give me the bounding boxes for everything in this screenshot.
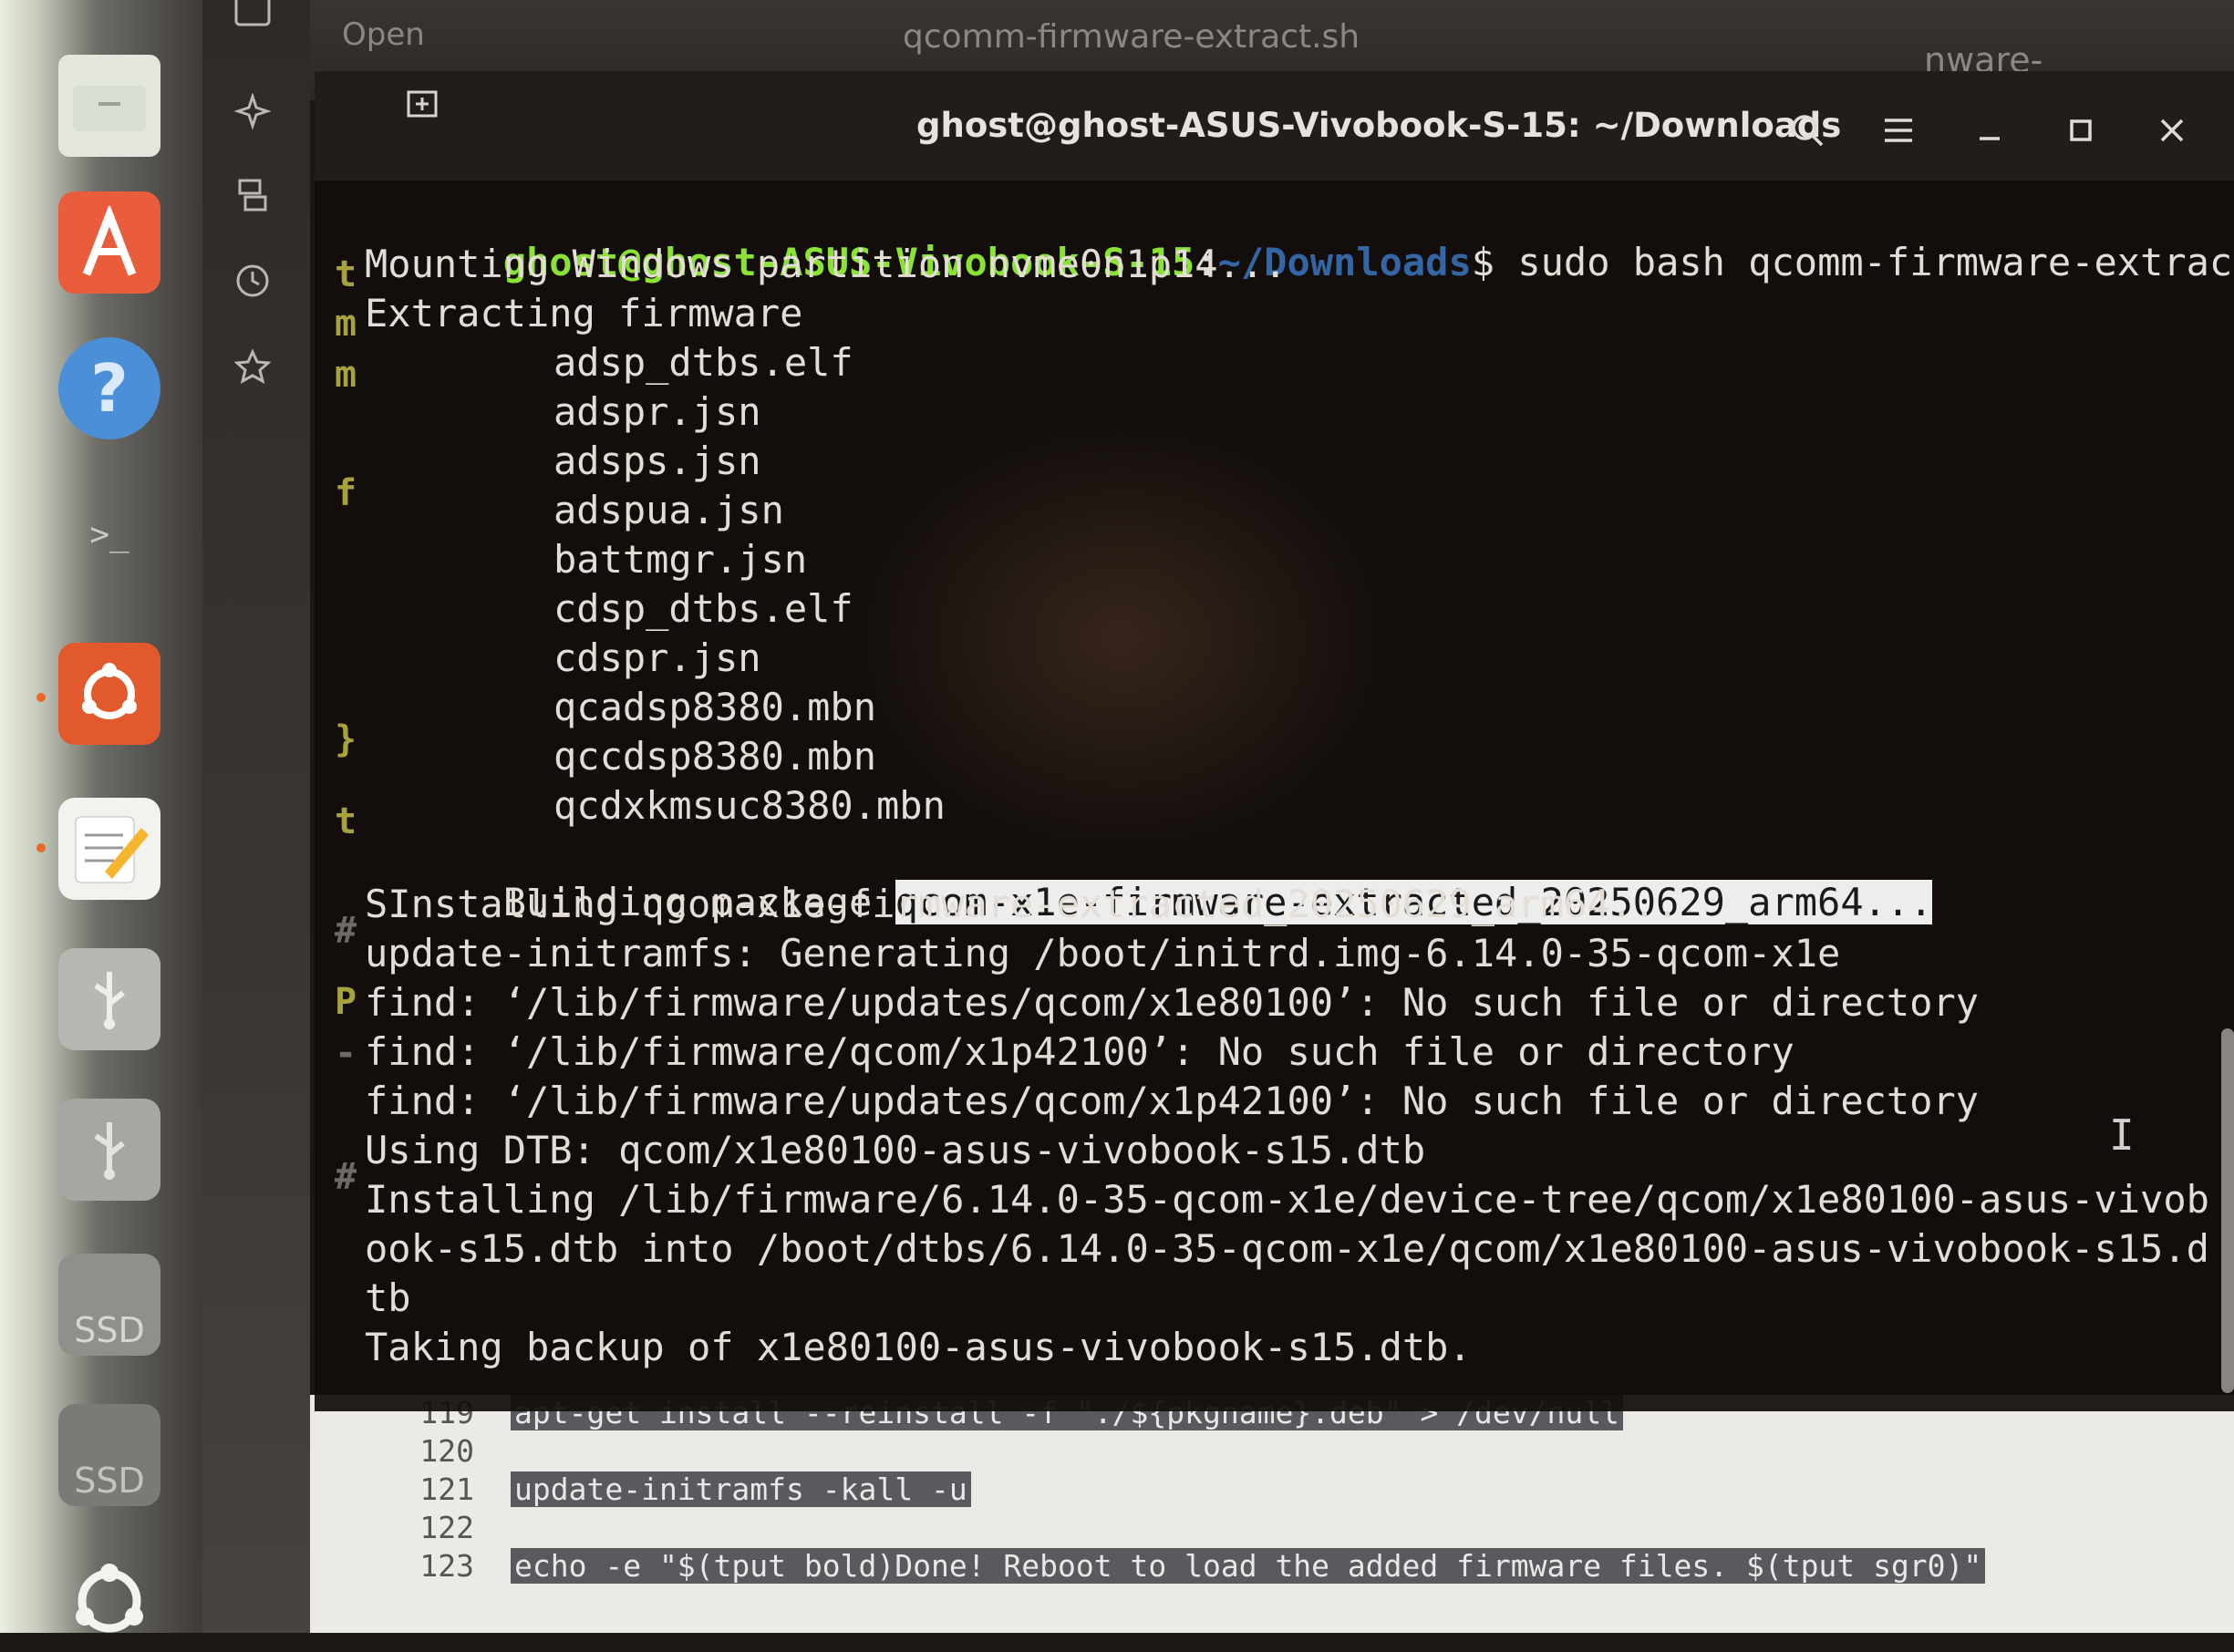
ssd-label: SSD xyxy=(74,1310,145,1350)
folder-icon xyxy=(233,0,273,31)
firmware-file-line: qccdsp8380.mbn xyxy=(553,734,877,779)
new-tab-button[interactable] xyxy=(401,80,447,126)
dock-files-icon[interactable] xyxy=(58,55,160,157)
gutter-char: - xyxy=(335,1032,357,1074)
ssd-label: SSD xyxy=(74,1461,145,1501)
firmware-file-line: cdsp_dtbs.elf xyxy=(553,586,853,631)
recent-clock-icon[interactable] xyxy=(233,261,273,301)
files-sidebar xyxy=(202,0,310,1633)
starred-sparkle-icon[interactable] xyxy=(233,91,273,131)
error-line: find: ‘/lib/firmware/updates/qcom/x1p421… xyxy=(365,1079,1980,1123)
dock-app-center-icon[interactable] xyxy=(58,191,160,294)
firmware-file-line: adsps.jsn xyxy=(553,439,761,483)
maximize-button[interactable] xyxy=(2058,108,2104,153)
prompt-symbol: $ xyxy=(1471,240,1495,284)
gutter-char: m xyxy=(335,303,357,345)
dock-ubuntu-icon[interactable] xyxy=(58,643,160,745)
firmware-file-line: qcdxkmsuc8380.mbn xyxy=(553,783,946,828)
terminal-output[interactable]: t m m f } t # P - # ghost@ghost-ASUS-Viv… xyxy=(315,181,2234,1411)
dock-terminal-icon[interactable]: >_ xyxy=(58,483,160,585)
background-window-title: qcomm-firmware-extract.sh xyxy=(903,18,1360,56)
terminal-title: ghost@ghost-ASUS-Vivobook-S-15: ~/Downlo… xyxy=(916,106,1842,145)
editor-line[interactable]: 123 echo -e "$(tput bold)Done! Reboot to… xyxy=(310,1548,2234,1584)
dock-usb-drive-icon[interactable] xyxy=(58,1099,160,1201)
gutter-char: f xyxy=(335,472,357,514)
code-text: update-initramfs -kall -u xyxy=(511,1471,971,1507)
line-number: 121 xyxy=(419,1471,474,1507)
show-apps-icon[interactable] xyxy=(58,1550,160,1652)
firmware-file-line: qcadsp8380.mbn xyxy=(553,685,877,729)
error-line: find: ‘/lib/firmware/updates/qcom/x1e801… xyxy=(365,980,1980,1025)
hamburger-menu-icon[interactable] xyxy=(1876,108,1921,153)
terminal-window[interactable]: ghost@ghost-ASUS-Vivobook-S-15: ~/Downlo… xyxy=(315,71,2234,1411)
output-line: Mounting Windows partition nvme0n1p14... xyxy=(365,242,1288,286)
minimize-button[interactable] xyxy=(1967,108,2012,153)
output-line: Using DTB: qcom/x1e80100-asus-vivobook-s… xyxy=(365,1128,1426,1172)
output-line: Installing /lib/firmware/6.14.0-35-qcom-… xyxy=(365,1177,2209,1222)
running-indicator xyxy=(36,693,46,702)
output-line: Taking backup of x1e80100-asus-vivobook-… xyxy=(365,1325,1472,1369)
dock-ssd-drive-icon[interactable]: SSD xyxy=(58,1254,160,1356)
background-tab-label[interactable]: Open xyxy=(342,16,425,53)
output-line: ook-s15.dtb into /boot/dtbs/6.14.0-35-qc… xyxy=(365,1226,2209,1271)
terminal-header-bar[interactable]: ghost@ghost-ASUS-Vivobook-S-15: ~/Downlo… xyxy=(315,71,2234,181)
text-editor-window: 119 apt-get install --reinstall -f "./${… xyxy=(310,1395,2234,1633)
gutter-char: t xyxy=(335,800,357,842)
error-line: find: ‘/lib/firmware/qcom/x1p42100’: No … xyxy=(365,1029,1794,1074)
line-number: 123 xyxy=(419,1548,474,1584)
command-text: sudo bash qcomm-firmware-extract.sh xyxy=(1517,240,2234,284)
gutter-char: } xyxy=(335,718,357,760)
ubuntu-dock: ? >_ SSD SSD xyxy=(0,0,202,1633)
gutter-char: # xyxy=(335,1156,357,1198)
close-button[interactable] xyxy=(2149,108,2195,153)
editor-line[interactable]: 121 update-initramfs -kall -u xyxy=(310,1471,2234,1507)
firmware-file-line: adspua.jsn xyxy=(553,488,784,532)
editor-line[interactable]: 122 xyxy=(310,1510,2234,1545)
starred-icon[interactable] xyxy=(233,346,273,387)
firmware-file-line: battmgr.jsn xyxy=(553,537,808,582)
firmware-file-line: adsp_dtbs.elf xyxy=(553,340,853,385)
gutter-char: # xyxy=(335,910,357,952)
gutter-char: t xyxy=(335,253,357,295)
running-indicator xyxy=(36,843,46,852)
dock-ssd-drive-icon[interactable]: SSD xyxy=(58,1404,160,1506)
dock-help-icon[interactable]: ? xyxy=(58,337,160,439)
code-text: echo -e "$(tput bold)Done! Reboot to loa… xyxy=(511,1548,1986,1584)
dock-usb-drive-icon[interactable] xyxy=(58,948,160,1050)
network-icon[interactable] xyxy=(233,175,273,215)
output-line: Extracting firmware xyxy=(365,291,803,336)
firmware-file-line: adspr.jsn xyxy=(553,389,761,434)
line-number: 120 xyxy=(419,1433,474,1469)
gutter-char: P xyxy=(335,981,357,1023)
output-line: SInstalling qcom-x1e-firmware-extracted_… xyxy=(365,882,1680,926)
search-icon[interactable] xyxy=(1784,108,1830,153)
gutter-char: m xyxy=(335,354,357,396)
firmware-file-line: cdspr.jsn xyxy=(553,635,761,680)
line-number: 122 xyxy=(419,1510,474,1545)
terminal-scrollbar[interactable] xyxy=(2221,1028,2234,1393)
editor-line[interactable]: 120 xyxy=(310,1433,2234,1469)
text-cursor-icon: I xyxy=(2109,1110,2135,1160)
dock-text-editor-icon[interactable] xyxy=(58,798,160,900)
output-line: update-initramfs: Generating /boot/initr… xyxy=(365,931,1841,976)
output-line: tb xyxy=(365,1275,411,1320)
